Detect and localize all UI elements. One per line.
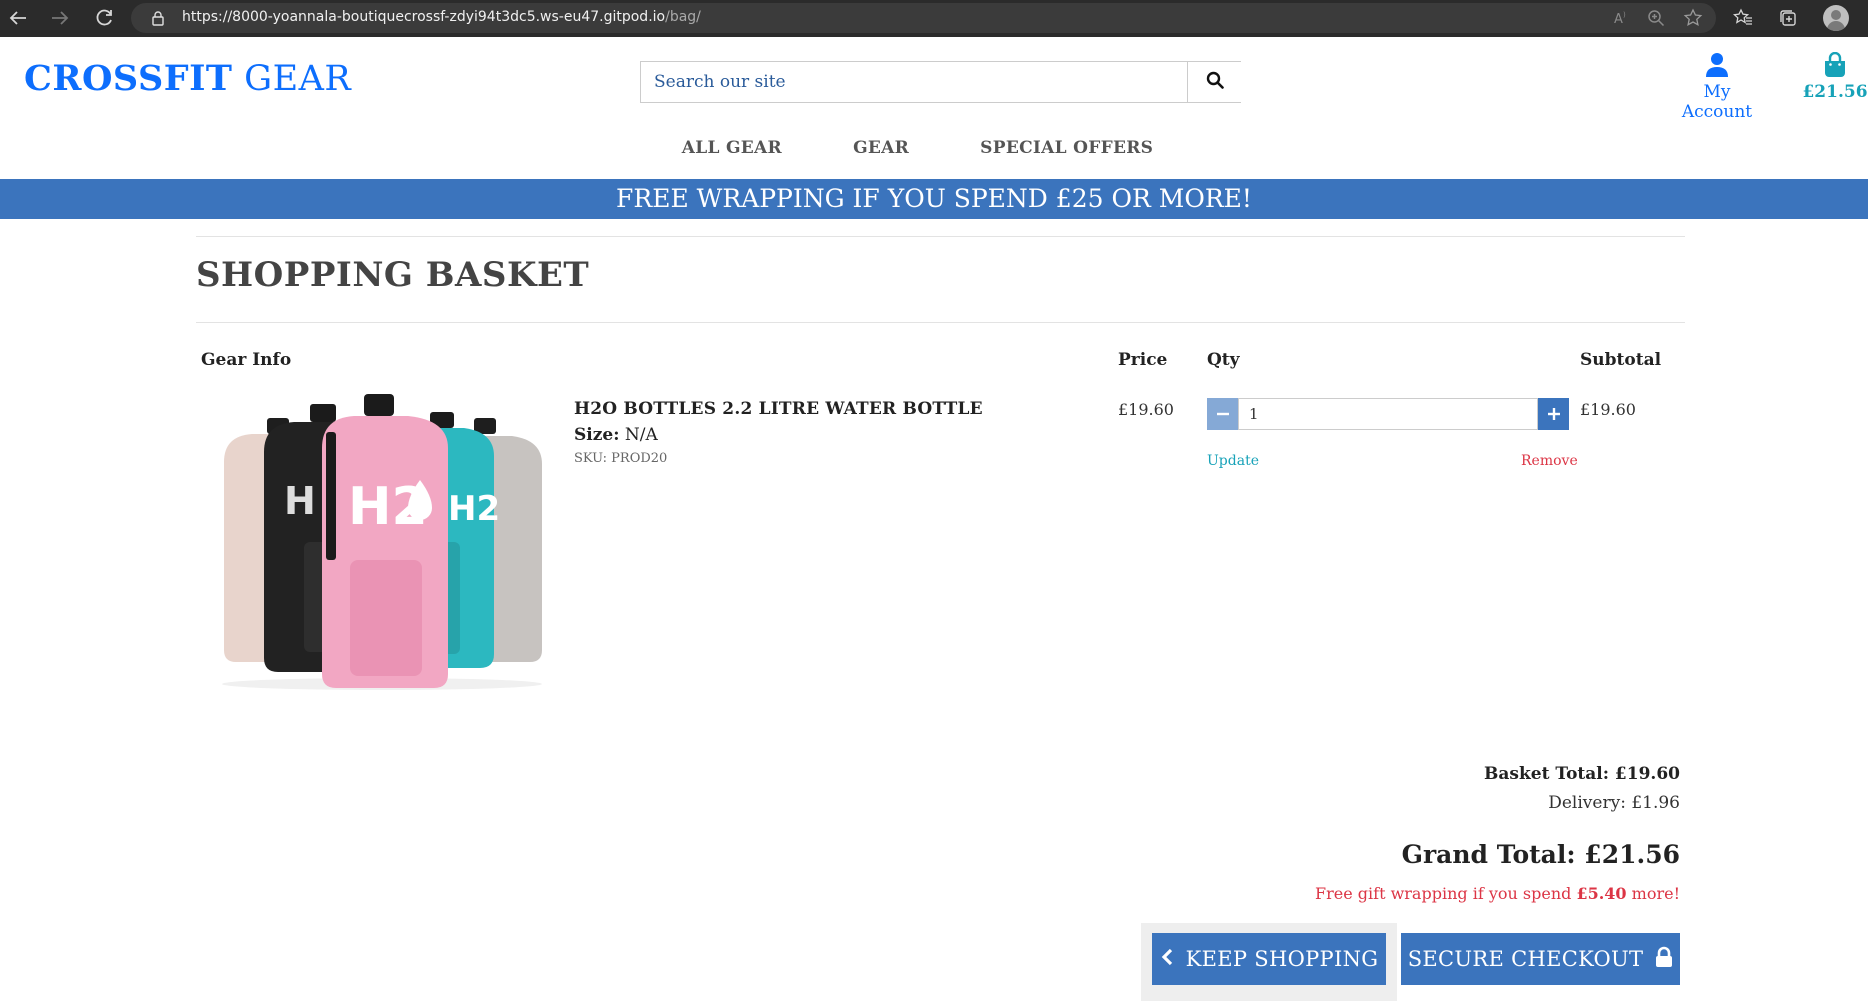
item-subtotal: £19.60: [1580, 400, 1636, 419]
quantity-input[interactable]: [1238, 398, 1538, 430]
shopping-bag-icon: [1824, 51, 1846, 78]
keep-shopping-label: KEEP SHOPPING: [1185, 947, 1379, 971]
search-input[interactable]: [641, 62, 1187, 102]
collections-icon[interactable]: [1778, 8, 1798, 28]
gift-prefix: Free gift wrapping if you spend: [1315, 884, 1577, 903]
chevron-left-icon: [1160, 947, 1174, 971]
nav-gear[interactable]: GEAR: [853, 138, 909, 158]
page-title: SHOPPING BASKET: [196, 255, 590, 295]
delivery-banner: FREE WRAPPING IF YOU SPEND £25 OR MORE!: [0, 179, 1868, 219]
remove-link[interactable]: Remove: [1521, 453, 1578, 469]
gift-suffix: more!: [1626, 884, 1680, 903]
browser-toolbar: https://8000-yoannala-boutiquecrossf-zdy…: [0, 0, 1868, 37]
increment-button[interactable]: [1538, 398, 1569, 430]
reload-icon[interactable]: [92, 6, 116, 30]
back-icon[interactable]: [6, 6, 30, 30]
plus-icon: [1547, 405, 1560, 424]
zoom-icon[interactable]: [1646, 8, 1666, 28]
account-label: My Account: [1681, 82, 1753, 122]
item-price: £19.60: [1118, 400, 1174, 419]
basket-total: Basket Total: £19.60: [1484, 764, 1680, 784]
quantity-stepper: [1207, 398, 1569, 430]
product-image[interactable]: 2 H H2 H2: [212, 392, 552, 692]
product-sku: SKU: PROD20: [574, 451, 668, 466]
product-name: H2O BOTTLES 2.2 LITRE WATER BOTTLE: [574, 399, 983, 419]
svg-text:H: H: [284, 479, 316, 523]
read-aloud-icon[interactable]: A): [1612, 8, 1632, 28]
logo-strong: CROSSFIT: [24, 58, 233, 99]
size-value: N/A: [619, 425, 658, 445]
forward-icon[interactable]: [48, 6, 72, 30]
url-path: /bag/: [665, 9, 701, 25]
bag-link[interactable]: £21.56: [1800, 51, 1868, 102]
col-gear-info: Gear Info: [201, 350, 292, 370]
svg-text:H2: H2: [448, 489, 500, 529]
size-label: Size:: [574, 425, 620, 445]
favorites-icon[interactable]: [1732, 8, 1753, 28]
site-logo[interactable]: CROSSFIT GEAR: [24, 58, 351, 99]
lock-icon: [150, 10, 166, 26]
minus-icon: [1216, 405, 1229, 424]
my-account-link[interactable]: My Account: [1666, 52, 1768, 122]
nav-all-gear[interactable]: ALL GEAR: [682, 138, 782, 158]
url-text[interactable]: https://8000-yoannala-boutiquecrossf-zdy…: [182, 9, 701, 25]
url-host: https://8000-yoannala-boutiquecrossf-zdy…: [182, 9, 666, 25]
update-link[interactable]: Update: [1207, 453, 1259, 469]
delivery-cost: Delivery: £1.96: [1548, 793, 1680, 813]
gift-amount: £5.40: [1576, 884, 1627, 903]
svg-text:): ): [1623, 11, 1626, 19]
profile-icon[interactable]: [1823, 5, 1849, 31]
grand-total: Grand Total: £21.56: [1401, 840, 1680, 869]
decrement-button[interactable]: [1207, 398, 1238, 430]
secure-checkout-label: SECURE CHECKOUT: [1407, 947, 1644, 971]
svg-text:A: A: [1614, 12, 1623, 27]
divider-top: [196, 236, 1685, 237]
divider-title: [196, 322, 1685, 323]
padlock-icon: [1655, 946, 1673, 973]
product-size: Size: N/A: [574, 425, 658, 445]
keep-shopping-button[interactable]: KEEP SHOPPING: [1152, 933, 1386, 985]
logo-light: GEAR: [232, 59, 352, 99]
add-favorite-icon[interactable]: [1683, 8, 1703, 28]
search-button[interactable]: [1187, 62, 1241, 102]
col-subtotal: Subtotal: [1580, 350, 1662, 370]
secure-checkout-button[interactable]: SECURE CHECKOUT: [1401, 933, 1680, 985]
col-price: Price: [1118, 350, 1168, 370]
gift-wrap-notice: Free gift wrapping if you spend £5.40 mo…: [1315, 884, 1680, 903]
search-form: [640, 61, 1241, 103]
main-nav: ALL GEAR GEAR SPECIAL OFFERS: [0, 138, 1868, 158]
search-icon: [1206, 71, 1224, 93]
user-icon: [1706, 52, 1728, 78]
nav-special-offers[interactable]: SPECIAL OFFERS: [980, 138, 1153, 158]
bag-total: £21.56: [1802, 82, 1868, 102]
col-qty: Qty: [1207, 350, 1240, 370]
